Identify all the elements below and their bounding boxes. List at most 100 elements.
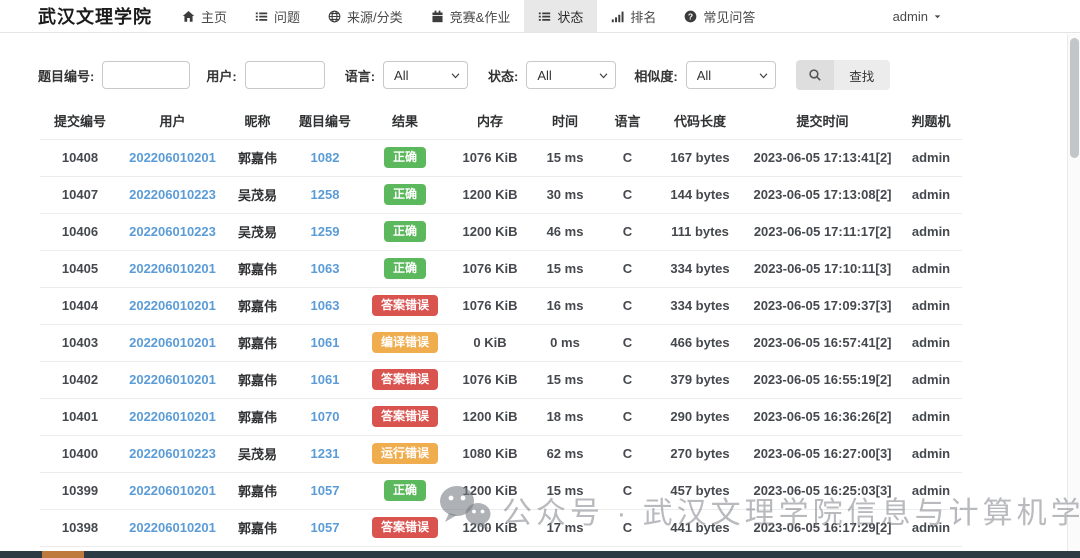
user-link[interactable]: 202206010201 (129, 298, 216, 313)
problem-link[interactable]: 1057 (311, 483, 340, 498)
code-length: 144 bytes (670, 187, 729, 202)
problem-link[interactable]: 1063 (311, 298, 340, 313)
user-link[interactable]: 202206010223 (129, 187, 216, 202)
nav-item-label: 主页 (201, 7, 227, 26)
result-badge: 答案错误 (372, 295, 438, 316)
nickname: 郭嘉伟 (238, 151, 277, 166)
user-input[interactable] (245, 61, 325, 89)
memory-value: 1200 KiB (463, 187, 518, 202)
submission-id: 10400 (62, 446, 98, 461)
calendar-icon (431, 10, 444, 23)
nav-item-problems[interactable]: 问题 (241, 0, 314, 32)
submission-id: 10404 (62, 298, 98, 313)
language-value: C (623, 446, 632, 461)
result-badge: 正确 (384, 258, 426, 279)
table-row: 10401 202206010201 郭嘉伟 1070 答案错误 1200 Ki… (40, 398, 962, 435)
nav-item-faq[interactable]: ? 常见问答 (670, 0, 769, 32)
video-progress-played (42, 551, 84, 558)
column-header: 时间 (530, 103, 600, 139)
nickname: 吴茂易 (238, 447, 277, 462)
language-value: C (623, 150, 632, 165)
judger: admin (912, 483, 950, 498)
column-header: 代码长度 (655, 103, 745, 139)
problem-link[interactable]: 1063 (311, 261, 340, 276)
user-link[interactable]: 202206010201 (129, 335, 216, 350)
problem-link[interactable]: 1061 (311, 335, 340, 350)
status-select[interactable]: All (526, 61, 616, 89)
nav-item-home[interactable]: 主页 (168, 0, 241, 32)
problem-link[interactable]: 1231 (311, 446, 340, 461)
question-circle-icon: ? (684, 10, 697, 23)
language-value: C (623, 261, 632, 276)
problem-link[interactable]: 1070 (311, 409, 340, 424)
problem-link[interactable]: 1057 (311, 520, 340, 535)
judger: admin (912, 261, 950, 276)
language-value: C (623, 335, 632, 350)
problem-link[interactable]: 1082 (311, 150, 340, 165)
nickname: 郭嘉伟 (238, 373, 277, 388)
language-value: C (623, 520, 632, 535)
submit-time: 2023-06-05 17:10:11[3] (754, 261, 891, 276)
code-length: 441 bytes (670, 520, 729, 535)
result-badge: 运行错误 (372, 443, 438, 464)
language-select[interactable]: All (383, 61, 468, 89)
search-icon[interactable] (796, 60, 834, 90)
user-link[interactable]: 202206010201 (129, 520, 216, 535)
column-header: 提交编号 (40, 103, 120, 139)
signal-bars-icon (611, 10, 624, 23)
user-link[interactable]: 202206010201 (129, 261, 216, 276)
memory-value: 1200 KiB (463, 409, 518, 424)
judger: admin (912, 150, 950, 165)
similarity-select[interactable]: All (686, 61, 776, 89)
table-row: 10398 202206010201 郭嘉伟 1057 答案错误 1200 Ki… (40, 509, 962, 546)
judger: admin (912, 372, 950, 387)
nav-item-ranklist[interactable]: 排名 (597, 0, 670, 32)
memory-value: 1076 KiB (463, 298, 518, 313)
nav-item-sources[interactable]: 来源/分类 (314, 0, 417, 32)
time-value: 16 ms (547, 298, 584, 313)
memory-value: 1200 KiB (463, 483, 518, 498)
submit-time: 2023-06-05 16:25:03[3] (753, 483, 891, 498)
result-badge: 答案错误 (372, 369, 438, 390)
similarity-select-wrap: All (686, 61, 776, 89)
nav-item-contests[interactable]: 竞赛&作业 (417, 0, 525, 32)
submission-id: 10401 (62, 409, 98, 424)
nickname: 郭嘉伟 (238, 484, 277, 499)
result-badge: 正确 (384, 147, 426, 168)
nickname: 郭嘉伟 (238, 299, 277, 314)
video-progress-bar[interactable] (0, 551, 1080, 558)
user-link[interactable]: 202206010223 (129, 446, 216, 461)
column-header: 结果 (360, 103, 450, 139)
brand-logo[interactable]: 武汉文理学院 (38, 0, 152, 32)
user-link[interactable]: 202206010201 (129, 150, 216, 165)
nav-menu: 主页 问题 来源/分类 竞赛&作业 状态 排名 ? 常见问答 (168, 0, 769, 32)
table-row: 10400 202206010223 吴茂易 1231 运行错误 1080 Ki… (40, 435, 962, 472)
column-header: 昵称 (225, 103, 290, 139)
nav-item-label: 问题 (274, 7, 300, 26)
memory-value: 1080 KiB (463, 446, 518, 461)
problem-link[interactable]: 1061 (311, 372, 340, 387)
nav-item-status[interactable]: 状态 (524, 0, 597, 32)
nickname: 郭嘉伟 (238, 410, 277, 425)
top-navbar: 武汉文理学院 主页 问题 来源/分类 竞赛&作业 状态 排名 ? 常见问答 ad… (0, 0, 1080, 33)
search-button[interactable]: 查找 (834, 60, 890, 90)
status-label: 状态: (488, 66, 518, 85)
scrollbar-thumb[interactable] (1070, 38, 1079, 158)
column-header: 用户 (120, 103, 225, 139)
problem-id-input[interactable] (102, 61, 190, 89)
scrollbar-track[interactable] (1067, 34, 1080, 558)
user-link[interactable]: 202206010201 (129, 483, 216, 498)
user-link[interactable]: 202206010201 (129, 372, 216, 387)
user-link[interactable]: 202206010201 (129, 409, 216, 424)
result-badge: 正确 (384, 221, 426, 242)
table-row: 10404 202206010201 郭嘉伟 1063 答案错误 1076 Ki… (40, 287, 962, 324)
time-value: 15 ms (547, 150, 584, 165)
problem-link[interactable]: 1258 (311, 187, 340, 202)
user-menu[interactable]: admin (893, 0, 942, 32)
table-row: 10403 202206010201 郭嘉伟 1061 编译错误 0 KiB 0… (40, 324, 962, 361)
language-value: C (623, 483, 632, 498)
user-link[interactable]: 202206010223 (129, 224, 216, 239)
code-length: 334 bytes (670, 298, 729, 313)
problem-link[interactable]: 1259 (311, 224, 340, 239)
language-value: C (623, 224, 632, 239)
